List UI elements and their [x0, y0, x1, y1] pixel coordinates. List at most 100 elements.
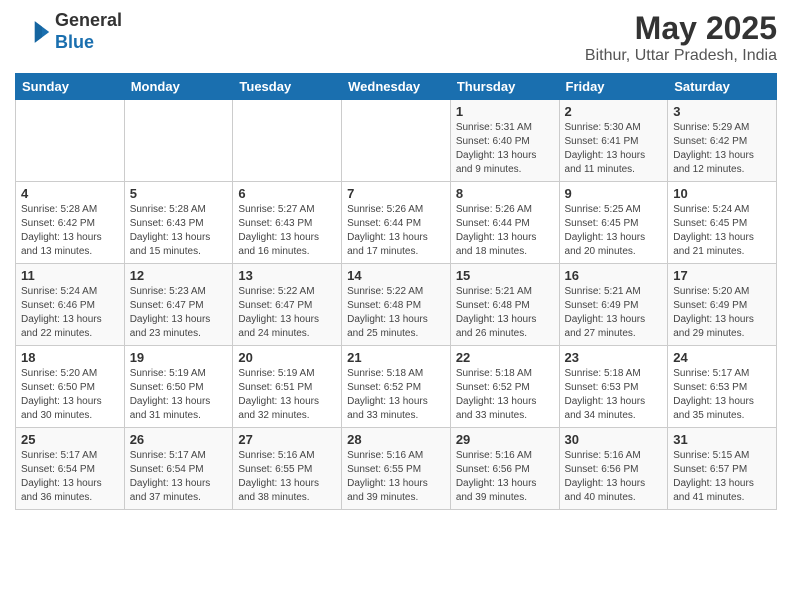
day-cell-0-5: 2 Sunrise: 5:30 AM Sunset: 6:41 PM Daylig… — [559, 100, 668, 182]
day-info: Sunrise: 5:19 AM Sunset: 6:50 PM Dayligh… — [130, 367, 228, 423]
day-cell-2-3: 14 Sunrise: 5:22 AM Sunset: 6:48 PM Dayli… — [342, 264, 451, 346]
day-info: Sunrise: 5:16 AM Sunset: 6:55 PM Dayligh… — [347, 449, 445, 505]
col-saturday: Saturday — [668, 74, 777, 100]
day-number: 21 — [347, 350, 445, 365]
logo-icon — [15, 14, 51, 50]
day-cell-1-6: 10 Sunrise: 5:24 AM Sunset: 6:45 PM Dayli… — [668, 182, 777, 264]
day-cell-3-3: 21 Sunrise: 5:18 AM Sunset: 6:52 PM Dayli… — [342, 346, 451, 428]
day-number: 16 — [565, 268, 663, 283]
logo-text: General Blue — [55, 10, 122, 53]
day-info: Sunrise: 5:22 AM Sunset: 6:47 PM Dayligh… — [238, 285, 336, 341]
page: General Blue May 2025 Bithur, Uttar Prad… — [0, 0, 792, 520]
day-cell-3-0: 18Sunrise: 5:20 AM Sunset: 6:50 PM Dayli… — [16, 346, 125, 428]
col-friday: Friday — [559, 74, 668, 100]
col-sunday: Sunday — [16, 74, 125, 100]
day-cell-0-0 — [16, 100, 125, 182]
col-wednesday: Wednesday — [342, 74, 451, 100]
day-info: Sunrise: 5:26 AM Sunset: 6:44 PM Dayligh… — [456, 203, 554, 259]
day-cell-1-1: 5 Sunrise: 5:28 AM Sunset: 6:43 PM Daylig… — [124, 182, 233, 264]
day-number: 9 — [565, 186, 663, 201]
day-cell-2-6: 17 Sunrise: 5:20 AM Sunset: 6:49 PM Dayli… — [668, 264, 777, 346]
day-number: 30 — [565, 432, 663, 447]
day-number: 15 — [456, 268, 554, 283]
logo-general: General — [55, 10, 122, 32]
day-number: 22 — [456, 350, 554, 365]
day-cell-4-5: 30 Sunrise: 5:16 AM Sunset: 6:56 PM Dayli… — [559, 428, 668, 510]
day-info: Sunrise: 5:26 AM Sunset: 6:44 PM Dayligh… — [347, 203, 445, 259]
day-info: Sunrise: 5:20 AM Sunset: 6:49 PM Dayligh… — [673, 285, 771, 341]
day-cell-0-4: 1Sunrise: 5:31 AM Sunset: 6:40 PM Daylig… — [450, 100, 559, 182]
day-cell-4-3: 28Sunrise: 5:16 AM Sunset: 6:55 PM Dayli… — [342, 428, 451, 510]
month-year-title: May 2025 — [585, 10, 777, 47]
day-info: Sunrise: 5:18 AM Sunset: 6:52 PM Dayligh… — [347, 367, 445, 423]
day-cell-1-3: 7 Sunrise: 5:26 AM Sunset: 6:44 PM Daylig… — [342, 182, 451, 264]
day-info: Sunrise: 5:19 AM Sunset: 6:51 PM Dayligh… — [238, 367, 336, 423]
day-cell-2-4: 15 Sunrise: 5:21 AM Sunset: 6:48 PM Dayli… — [450, 264, 559, 346]
day-number: 5 — [130, 186, 228, 201]
day-cell-2-0: 11Sunrise: 5:24 AM Sunset: 6:46 PM Dayli… — [16, 264, 125, 346]
day-cell-3-6: 24 Sunrise: 5:17 AM Sunset: 6:53 PM Dayli… — [668, 346, 777, 428]
location-title: Bithur, Uttar Pradesh, India — [585, 47, 777, 65]
day-number: 17 — [673, 268, 771, 283]
day-number: 1 — [456, 104, 554, 119]
day-info: Sunrise: 5:22 AM Sunset: 6:48 PM Dayligh… — [347, 285, 445, 341]
day-info: Sunrise: 5:21 AM Sunset: 6:48 PM Dayligh… — [456, 285, 554, 341]
day-number: 26 — [130, 432, 228, 447]
day-cell-3-1: 19 Sunrise: 5:19 AM Sunset: 6:50 PM Dayli… — [124, 346, 233, 428]
day-info: Sunrise: 5:21 AM Sunset: 6:49 PM Dayligh… — [565, 285, 663, 341]
day-info: Sunrise: 5:29 AM Sunset: 6:42 PM Dayligh… — [673, 121, 771, 177]
day-number: 13 — [238, 268, 336, 283]
day-cell-3-5: 23 Sunrise: 5:18 AM Sunset: 6:53 PM Dayli… — [559, 346, 668, 428]
day-number: 20 — [238, 350, 336, 365]
day-number: 29 — [456, 432, 554, 447]
day-cell-1-0: 4 Sunrise: 5:28 AM Sunset: 6:42 PM Daylig… — [16, 182, 125, 264]
day-info: Sunrise: 5:28 AM Sunset: 6:43 PM Dayligh… — [130, 203, 228, 259]
day-info: Sunrise: 5:24 AM Sunset: 6:45 PM Dayligh… — [673, 203, 771, 259]
day-cell-2-2: 13 Sunrise: 5:22 AM Sunset: 6:47 PM Dayli… — [233, 264, 342, 346]
day-info: Sunrise: 5:17 AM Sunset: 6:53 PM Dayligh… — [673, 367, 771, 423]
logo: General Blue — [15, 10, 122, 53]
day-number: 24 — [673, 350, 771, 365]
day-number: 27 — [238, 432, 336, 447]
day-info: Sunrise: 5:15 AM Sunset: 6:57 PM Dayligh… — [673, 449, 771, 505]
day-number: 6 — [238, 186, 336, 201]
logo-blue: Blue — [55, 32, 122, 54]
week-row-1: 1Sunrise: 5:31 AM Sunset: 6:40 PM Daylig… — [16, 100, 777, 182]
day-number: 2 — [565, 104, 663, 119]
day-cell-4-6: 31Sunrise: 5:15 AM Sunset: 6:57 PM Dayli… — [668, 428, 777, 510]
day-cell-2-5: 16 Sunrise: 5:21 AM Sunset: 6:49 PM Dayli… — [559, 264, 668, 346]
day-info: Sunrise: 5:20 AM Sunset: 6:50 PM Dayligh… — [21, 367, 119, 423]
day-cell-3-4: 22 Sunrise: 5:18 AM Sunset: 6:52 PM Dayli… — [450, 346, 559, 428]
calendar-header-row: Sunday Monday Tuesday Wednesday Thursday… — [16, 74, 777, 100]
day-number: 11 — [21, 268, 119, 283]
day-info: Sunrise: 5:30 AM Sunset: 6:41 PM Dayligh… — [565, 121, 663, 177]
col-monday: Monday — [124, 74, 233, 100]
col-tuesday: Tuesday — [233, 74, 342, 100]
day-number: 23 — [565, 350, 663, 365]
day-cell-0-3 — [342, 100, 451, 182]
day-info: Sunrise: 5:16 AM Sunset: 6:56 PM Dayligh… — [456, 449, 554, 505]
day-number: 14 — [347, 268, 445, 283]
day-number: 7 — [347, 186, 445, 201]
day-info: Sunrise: 5:25 AM Sunset: 6:45 PM Dayligh… — [565, 203, 663, 259]
day-info: Sunrise: 5:28 AM Sunset: 6:42 PM Dayligh… — [21, 203, 119, 259]
day-cell-4-2: 27Sunrise: 5:16 AM Sunset: 6:55 PM Dayli… — [233, 428, 342, 510]
day-number: 10 — [673, 186, 771, 201]
day-info: Sunrise: 5:18 AM Sunset: 6:53 PM Dayligh… — [565, 367, 663, 423]
col-thursday: Thursday — [450, 74, 559, 100]
day-number: 12 — [130, 268, 228, 283]
day-cell-1-5: 9 Sunrise: 5:25 AM Sunset: 6:45 PM Daylig… — [559, 182, 668, 264]
header: General Blue May 2025 Bithur, Uttar Prad… — [15, 10, 777, 65]
day-cell-0-2 — [233, 100, 342, 182]
day-info: Sunrise: 5:16 AM Sunset: 6:56 PM Dayligh… — [565, 449, 663, 505]
day-cell-1-4: 8Sunrise: 5:26 AM Sunset: 6:44 PM Daylig… — [450, 182, 559, 264]
day-cell-0-6: 3Sunrise: 5:29 AM Sunset: 6:42 PM Daylig… — [668, 100, 777, 182]
day-info: Sunrise: 5:18 AM Sunset: 6:52 PM Dayligh… — [456, 367, 554, 423]
day-number: 25 — [21, 432, 119, 447]
day-cell-4-4: 29 Sunrise: 5:16 AM Sunset: 6:56 PM Dayli… — [450, 428, 559, 510]
day-cell-1-2: 6Sunrise: 5:27 AM Sunset: 6:43 PM Daylig… — [233, 182, 342, 264]
day-cell-0-1 — [124, 100, 233, 182]
day-number: 19 — [130, 350, 228, 365]
week-row-5: 25Sunrise: 5:17 AM Sunset: 6:54 PM Dayli… — [16, 428, 777, 510]
day-number: 4 — [21, 186, 119, 201]
